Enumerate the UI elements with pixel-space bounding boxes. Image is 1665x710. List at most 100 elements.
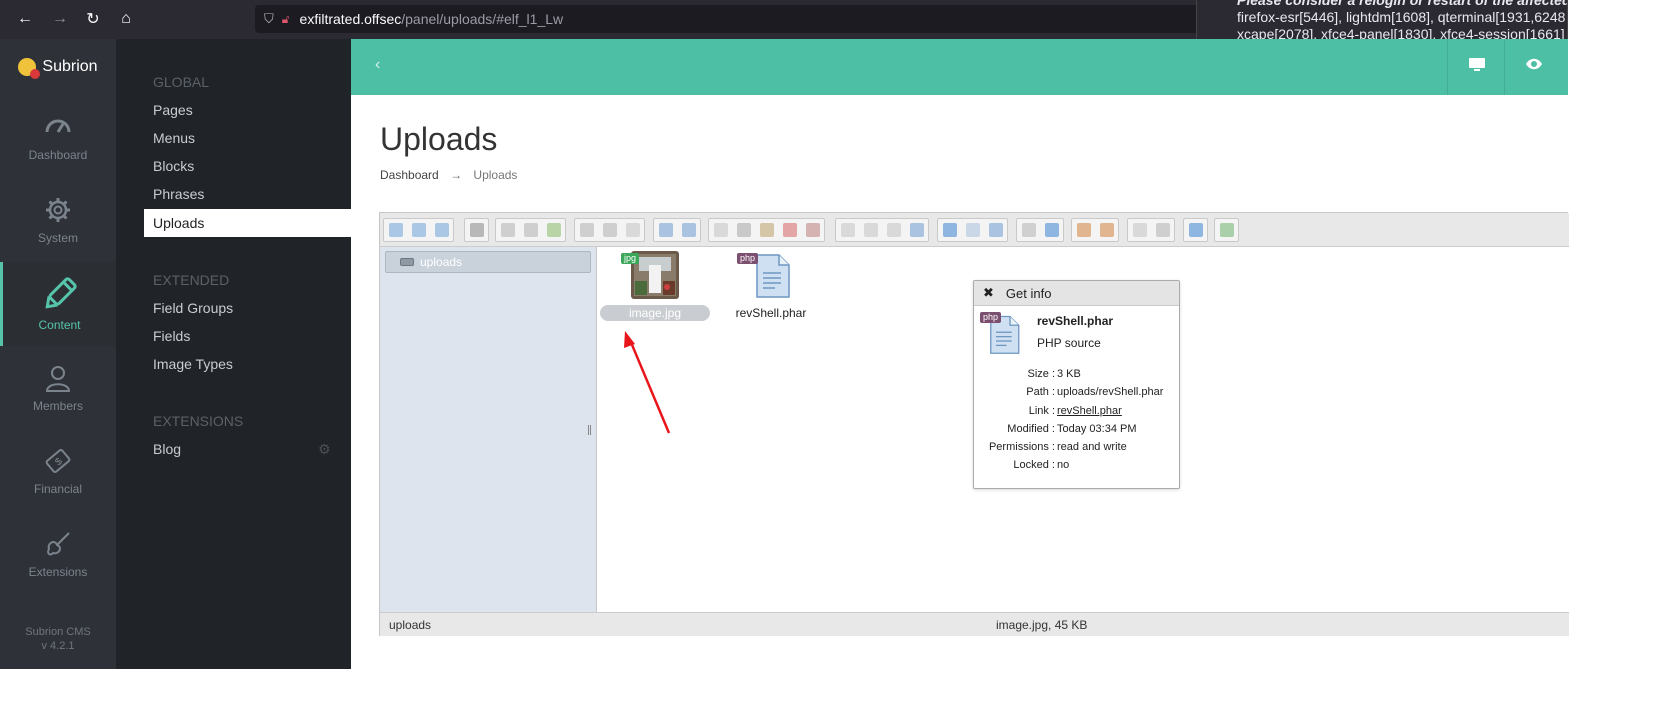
file-type-badge: php [980,312,1002,323]
eye-icon[interactable] [1525,57,1543,71]
rename-icon[interactable] [882,219,905,241]
home-folder-icon[interactable] [465,219,488,241]
file-name: revShell.phar [735,306,807,320]
gear-icon [46,198,70,222]
info-row-permissions: Permissions : read and write [974,441,1181,459]
blog-settings-gear-icon[interactable]: ⚙ [318,442,332,456]
download-icon[interactable] [598,219,621,241]
view-tree-icon[interactable] [984,219,1007,241]
back-arrow-icon[interactable]: ← [13,7,37,31]
get-info-dialog: ✖ Get info php revShell.phar PHP source … [973,280,1180,489]
nav-content[interactable]: Content [0,262,116,346]
open-icon[interactable] [575,219,598,241]
section-global-title: GLOBAL [153,74,210,90]
tree-item-uploads[interactable]: uploads [385,251,591,273]
file-item-revshell-phar[interactable]: php revShell.phar [716,251,826,321]
submenu-item-fields[interactable]: Fields [144,322,351,350]
forward-icon[interactable] [407,219,430,241]
panel-resize-handle[interactable] [588,425,591,435]
preview-eye-icon[interactable] [1017,219,1040,241]
toolbar-group-home [464,218,489,242]
submenu-item-image-types[interactable]: Image Types [144,350,351,378]
info-value: uploads/revShell.phar [1057,386,1164,398]
main-sidebar: Subrion Dashboard System Content Members… [0,39,116,669]
toolbar-group-view [937,218,1008,242]
new-file-icon[interactable] [519,219,542,241]
dialog-titlebar[interactable]: ✖ Get info [974,281,1179,306]
nav-label: System [37,231,78,245]
upload-icon[interactable] [542,219,565,241]
select-all-icon[interactable] [859,219,882,241]
section-extensions-title: EXTENSIONS [153,413,244,429]
nav-dashboard[interactable]: Dashboard [0,95,116,179]
status-selection-info: image.jpg, 45 KB [996,618,1088,632]
version-number: v 4.2.1 [41,640,75,652]
nav-financial[interactable]: $ Financial [0,429,116,513]
notification-line-1: Please consider a relogin or restart of … [1237,0,1568,8]
breadcrumb-dashboard-link[interactable]: Dashboard [380,168,439,182]
empty-icon[interactable] [801,219,824,241]
redo-icon[interactable] [677,219,700,241]
nav-members[interactable]: Members [0,346,116,430]
subrion-logo-icon [18,58,41,79]
archive-icon[interactable] [1095,219,1118,241]
info-key: Locked : [1013,459,1055,471]
duplicate-icon[interactable] [836,219,859,241]
close-icon[interactable]: ✖ [983,285,994,301]
submenu-item-phrases[interactable]: Phrases [144,180,351,208]
forward-arrow-icon[interactable]: → [48,7,72,31]
new-folder-icon[interactable] [496,219,519,241]
home-icon[interactable]: ⌂ [114,7,138,31]
select-cursor-icon[interactable] [621,219,644,241]
submenu-item-uploads[interactable]: Uploads [144,209,351,237]
info-value: Today 03:34 PM [1057,423,1137,435]
delete-icon[interactable] [778,219,801,241]
collapse-chevron-left-icon[interactable]: ‹ [375,56,380,74]
back-icon[interactable] [384,219,407,241]
info-key: Size : [1027,368,1055,380]
view-icons-icon[interactable] [938,219,961,241]
info-row-path: Path : uploads/revShell.phar [974,386,1181,404]
file-manager-statusbar: uploads image.jpg, 45 KB [380,612,1569,636]
guitar-icon [47,532,70,556]
url-host: exfiltrated.offsec [299,11,402,27]
toolbar-group-navigation [383,218,454,242]
view-list-icon[interactable] [961,219,984,241]
up-icon[interactable] [430,219,453,241]
submenu-item-pages[interactable]: Pages [144,96,351,124]
monitor-icon[interactable] [1468,57,1486,73]
info-row-modified: Modified : Today 03:34 PM [974,423,1181,441]
brand-logo[interactable]: Subrion [0,39,116,95]
address-bar[interactable]: ⛉ 🔓︎ exfiltrated.offsec/panel/uploads/#e… [255,5,1215,33]
copy-icon[interactable] [709,219,732,241]
file-item-image-jpg[interactable]: jpg image.jpg [600,251,710,321]
submenu-item-menus[interactable]: Menus [144,124,351,152]
info-link-value[interactable]: revShell.phar [1057,405,1122,417]
extract-icon[interactable] [1072,219,1095,241]
places-icon[interactable] [1128,219,1151,241]
nav-extensions[interactable]: Extensions [0,512,116,596]
info-row-size: Size : 3 KB [974,368,1181,386]
info-icon[interactable] [1040,219,1063,241]
toolbar-group-edit [708,218,825,242]
browser-toolbar: ← → ↻ ⌂ ⛉ 🔓︎ exfiltrated.offsec/panel/up… [0,0,1568,59]
submenu-item-field-groups[interactable]: Field Groups [144,294,351,322]
reload-icon[interactable]: ↻ [81,7,105,31]
info-value: no [1057,459,1070,471]
fullscreen-icon[interactable] [1215,219,1238,241]
sort-icon[interactable] [1151,219,1174,241]
info-key: Link : [1028,405,1055,417]
submenu-item-blocks[interactable]: Blocks [144,152,351,180]
nav-system[interactable]: System [0,178,116,262]
url-path: /panel/uploads/#elf_l1_Lw [401,11,564,27]
shield-icon: ⛉ [264,11,274,26]
undo-icon[interactable] [654,219,677,241]
cut-icon[interactable] [732,219,755,241]
paste-icon[interactable] [755,219,778,241]
help-icon[interactable] [1184,219,1207,241]
toolbar-group-extract [1071,218,1119,242]
resize-icon[interactable] [905,219,928,241]
info-value: read and write [1057,441,1127,453]
nav-label: Financial [33,482,83,496]
breadcrumb-current: Uploads [473,168,518,182]
